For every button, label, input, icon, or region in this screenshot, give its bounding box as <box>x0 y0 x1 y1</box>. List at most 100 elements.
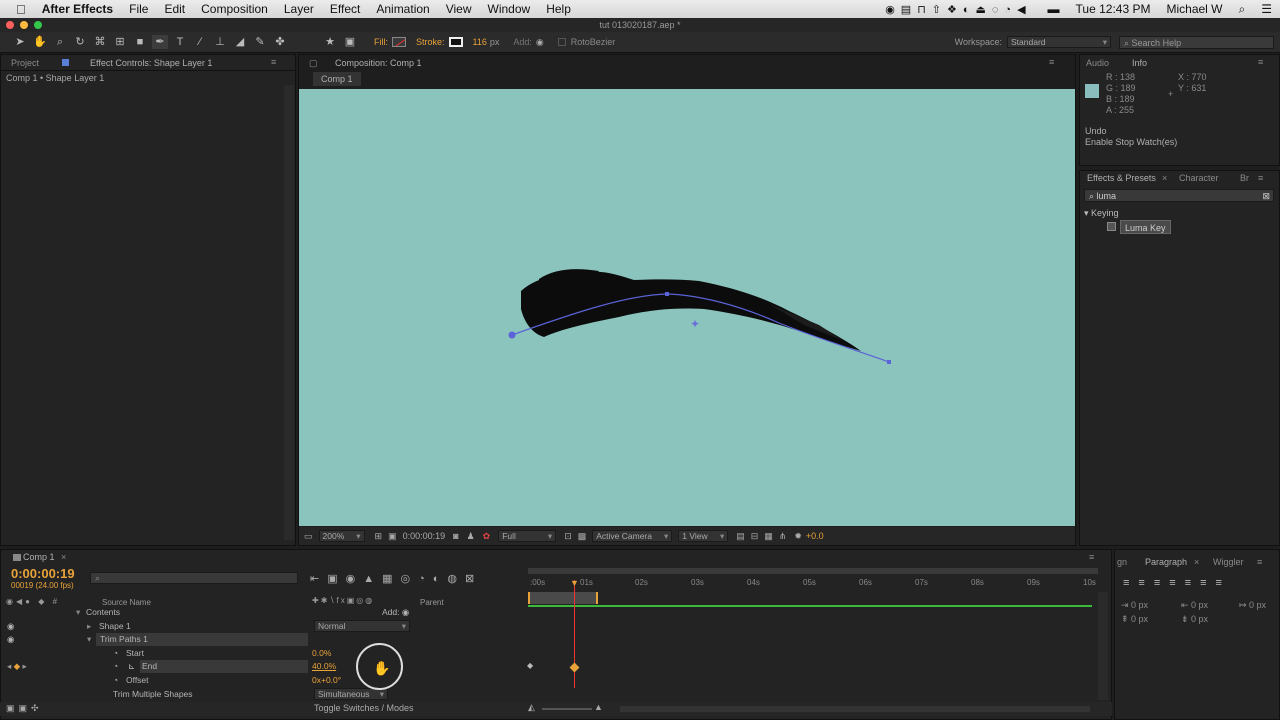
mask-tool-icon[interactable]: ▣ <box>342 35 358 49</box>
menu-effect[interactable]: Effect <box>322 2 368 16</box>
end-value[interactable]: 40.0% <box>312 660 336 673</box>
flowchart-icon[interactable]: ⋔ <box>779 531 787 542</box>
visibility-eye-icon[interactable]: ◉ <box>7 620 14 633</box>
timeline-v-scrollbar[interactable] <box>1098 592 1108 700</box>
space-after[interactable]: ⇟ 0 px <box>1181 612 1208 626</box>
tab-effects-presets[interactable]: Effects & Presets <box>1087 171 1156 185</box>
clone-stamp-tool-icon[interactable]: ⊥ <box>212 35 228 49</box>
tab-wiggler[interactable]: Wiggler <box>1213 555 1244 569</box>
panel-menu-icon[interactable]: ≡ <box>271 55 276 69</box>
menu-file[interactable]: File <box>121 2 156 16</box>
pan-behind-tool-icon[interactable]: ⊞ <box>112 35 128 49</box>
indent-left[interactable]: ⇥ 0 px <box>1121 598 1148 612</box>
apple-icon[interactable]:  <box>0 2 34 17</box>
rotobezier-checkbox[interactable] <box>557 38 566 46</box>
time-navigator[interactable] <box>528 568 1098 574</box>
timeline-scrollbar[interactable] <box>620 706 1090 712</box>
tab-close-icon[interactable]: × <box>1162 171 1167 185</box>
toggle-switches-modes[interactable]: Toggle Switches / Modes <box>314 703 414 713</box>
brush-stroke-artwork[interactable]: ✦ <box>299 89 1075 526</box>
menu-animation[interactable]: Animation <box>368 2 437 16</box>
workspace-dropdown[interactable]: Standard <box>1007 36 1111 48</box>
tab-project[interactable]: Project <box>11 56 39 70</box>
footer-icons[interactable]: ▣▣✣ <box>6 703 43 714</box>
tab-composition[interactable]: Composition: Comp 1 <box>335 56 422 70</box>
resolution-dropdown[interactable]: Full <box>498 530 557 542</box>
panel-menu-icon[interactable]: ≡ <box>1089 550 1094 564</box>
channel-icon[interactable]: ✿ <box>483 531 491 542</box>
selection-tool-icon[interactable]: ➤ <box>12 35 28 49</box>
menubar-user[interactable]: Michael W <box>1158 2 1230 16</box>
row-contents[interactable]: ▾ Contents Add: ◉ <box>0 606 520 619</box>
graph-icon[interactable]: ⊾ <box>128 660 135 673</box>
menu-edit[interactable]: Edit <box>156 2 193 16</box>
clear-search-icon[interactable]: ⊠ <box>1262 190 1270 202</box>
grid-icon[interactable]: ⊞ <box>375 531 383 542</box>
panel-menu-icon[interactable]: ≡ <box>1257 555 1262 569</box>
blend-mode-dropdown[interactable]: Normal <box>314 620 410 632</box>
effects-search-field[interactable]: ⌕ luma ⊠ <box>1084 189 1274 202</box>
pen-tool-icon[interactable]: ✒ <box>152 35 168 49</box>
flag-icon[interactable]: ▬ <box>1040 2 1068 16</box>
menu-composition[interactable]: Composition <box>193 2 276 16</box>
visibility-eye-icon[interactable]: ◉ <box>7 633 14 646</box>
zoom-window-button[interactable] <box>34 21 42 29</box>
indent-first[interactable]: ↦ 0 px <box>1239 598 1266 612</box>
tab-close-icon[interactable]: × <box>61 550 66 564</box>
add-icon[interactable]: ◉ <box>536 37 544 48</box>
effect-luma-key[interactable]: Luma Key <box>1120 220 1171 234</box>
exposure-value[interactable]: +0.0 <box>806 531 824 541</box>
rectangle-tool-icon[interactable]: ■ <box>132 35 148 49</box>
menu-layer[interactable]: Layer <box>276 2 322 16</box>
tab-close-icon[interactable]: × <box>1194 555 1199 569</box>
zoom-tool-icon[interactable]: ⌕ <box>52 35 68 49</box>
alignment-buttons[interactable]: ≡≡≡≡≡≡≡ <box>1123 576 1231 590</box>
keyframe-nav-icon[interactable]: ◂ ◆ ▸ <box>7 660 27 673</box>
zoom-dropdown[interactable]: 200% <box>318 530 365 542</box>
transparency-grid-icon[interactable]: ▩ <box>578 531 587 542</box>
minimize-window-button[interactable] <box>20 21 28 29</box>
composition-viewer[interactable]: ✦ <box>299 89 1075 526</box>
tab-align[interactable]: gn <box>1117 555 1127 569</box>
tab-info[interactable]: Info <box>1132 56 1147 70</box>
row-trim-multiple[interactable]: Trim Multiple Shapes Simultaneous <box>0 688 520 701</box>
lock-icon[interactable]: ▢ <box>309 56 318 70</box>
puppet-tool-icon[interactable]: ✤ <box>272 35 288 49</box>
timeline-icon[interactable]: ▦ <box>764 531 773 542</box>
always-preview-icon[interactable]: ▭ <box>304 531 313 542</box>
offset-value[interactable]: 0x+0.0° <box>312 674 341 687</box>
tab-extra[interactable]: Br <box>1240 171 1249 185</box>
status-icons[interactable]: ◉▤⊓⇧❖◐⏏◌◔◀ <box>877 3 1039 16</box>
brush-tool-icon[interactable]: ∕ <box>192 35 208 49</box>
work-area-bar[interactable] <box>528 592 598 604</box>
panel-scrollbar[interactable] <box>284 85 294 540</box>
panel-menu-icon[interactable]: ≡ <box>1258 171 1263 185</box>
stroke-width-value[interactable]: 116 <box>473 37 487 47</box>
rotate-tool-icon[interactable]: ↻ <box>72 35 88 49</box>
row-start[interactable]: ◔ Start 0.0% <box>0 647 520 660</box>
snapshot-icon[interactable]: ◙ <box>453 531 458 541</box>
panel-menu-icon[interactable]: ≡ <box>1258 55 1263 69</box>
fill-swatch[interactable] <box>392 37 406 47</box>
timeline-switch-icons[interactable]: ⇤▣◉▲▦◎◔◐◍⊠ <box>310 572 482 585</box>
stopwatch-icon[interactable]: ◔ <box>113 674 118 687</box>
stopwatch-icon[interactable]: ◔ <box>113 647 118 660</box>
mask-visibility-icon[interactable]: ▣ <box>388 531 397 542</box>
add-menu[interactable]: Add: ◉ <box>382 606 409 619</box>
row-offset[interactable]: ◔ Offset 0x+0.0° <box>0 674 520 687</box>
show-snapshot-icon[interactable]: ♟ <box>467 531 475 542</box>
row-trim-paths[interactable]: ◉ ▾ Trim Paths 1 <box>0 633 520 646</box>
app-menu[interactable]: After Effects <box>34 2 121 16</box>
playhead-icon[interactable]: ▼ <box>570 578 579 588</box>
category-keying[interactable]: ▾ Keying <box>1084 206 1119 220</box>
star-tool-icon[interactable]: ★ <box>322 35 338 49</box>
search-help-field[interactable]: ⌕ Search Help <box>1119 35 1274 49</box>
stopwatch-icon[interactable]: ◔ <box>113 660 118 673</box>
camera-tool-icon[interactable]: ⌘ <box>92 35 108 49</box>
zoom-slider[interactable] <box>542 708 592 710</box>
tab-effect-controls[interactable]: Effect Controls: Shape Layer 1 <box>90 56 212 70</box>
keyframe-start[interactable]: ◆ <box>527 661 533 670</box>
region-of-interest-icon[interactable]: ⊡ <box>564 531 572 542</box>
tab-paragraph[interactable]: Paragraph <box>1145 555 1187 569</box>
add-icon[interactable]: ◉ <box>402 607 409 617</box>
